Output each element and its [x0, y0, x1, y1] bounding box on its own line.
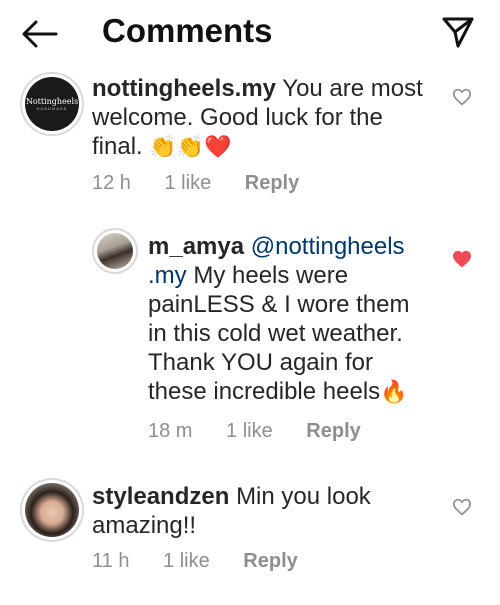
avatar-brand-text: Nottingheels: [25, 96, 79, 106]
comment-line: Min you look: [236, 483, 371, 510]
comment-time: 11 h: [92, 550, 130, 572]
comment-meta: 18 m 1 like Reply: [148, 420, 389, 443]
heart-outline-icon[interactable]: [452, 88, 474, 108]
comment-line: My heels were: [193, 262, 349, 289]
comment-username[interactable]: styleandzen: [92, 483, 229, 510]
heart-outline-icon[interactable]: [452, 498, 474, 518]
comment-item: Nottingheels HANDMADE nottingheels.my Yo…: [0, 64, 500, 204]
comment-meta: 11 h 1 like Reply: [92, 550, 326, 573]
mention-link[interactable]: @nottingheels: [251, 233, 405, 260]
header-bar: Comments: [0, 0, 500, 64]
comment-item: styleandzen Min you look amazing!! 11 h …: [0, 474, 500, 594]
comment-username[interactable]: nottingheels.my: [92, 75, 276, 102]
avatar[interactable]: Nottingheels HANDMADE: [20, 72, 84, 136]
comment-likes[interactable]: 1 like: [226, 420, 273, 443]
avatar[interactable]: [20, 478, 84, 542]
reply-button[interactable]: Reply: [245, 172, 299, 195]
comment-line: painLESS & I wore them: [148, 291, 410, 318]
mention-link[interactable]: .my: [148, 262, 187, 289]
comment-time: 12 h: [92, 172, 131, 194]
comment-text: nottingheels.my You are most welcome. Go…: [92, 74, 442, 161]
reply-button[interactable]: Reply: [306, 420, 360, 443]
comment-line: in this cold wet weather.: [148, 320, 403, 347]
comment-text: styleandzen Min you look amazing!!: [92, 482, 442, 540]
emoji: 🔥: [380, 379, 408, 404]
avatar-brand-sub: HANDMADE: [36, 105, 68, 111]
page-title: Comments: [102, 12, 273, 49]
comment-line: You are most: [282, 75, 423, 102]
comment-text: m_amya @nottingheels .my My heels were p…: [148, 232, 448, 406]
comment-line: welcome. Good luck for the: [92, 104, 383, 131]
heart-filled-icon[interactable]: [452, 250, 474, 270]
comment-line: Thank YOU again for: [148, 349, 374, 376]
comment-likes[interactable]: 1 like: [163, 550, 210, 573]
comment-username[interactable]: m_amya: [148, 233, 244, 260]
comment-meta: 12 h 1 like Reply: [92, 172, 327, 195]
send-direct-icon[interactable]: [440, 14, 476, 50]
comment-line: these incredible heels: [148, 378, 381, 405]
back-arrow-icon[interactable]: [20, 18, 60, 50]
comment-item: m_amya @nottingheels .my My heels were p…: [0, 224, 500, 454]
avatar[interactable]: [92, 228, 138, 274]
comment-line: final.: [92, 133, 143, 160]
comment-likes[interactable]: 1 like: [165, 172, 212, 195]
comment-line: amazing!!: [92, 512, 197, 539]
comment-time: 18 m: [148, 420, 193, 442]
emoji: 👏👏❤️: [149, 134, 232, 159]
reply-button[interactable]: Reply: [243, 550, 297, 573]
